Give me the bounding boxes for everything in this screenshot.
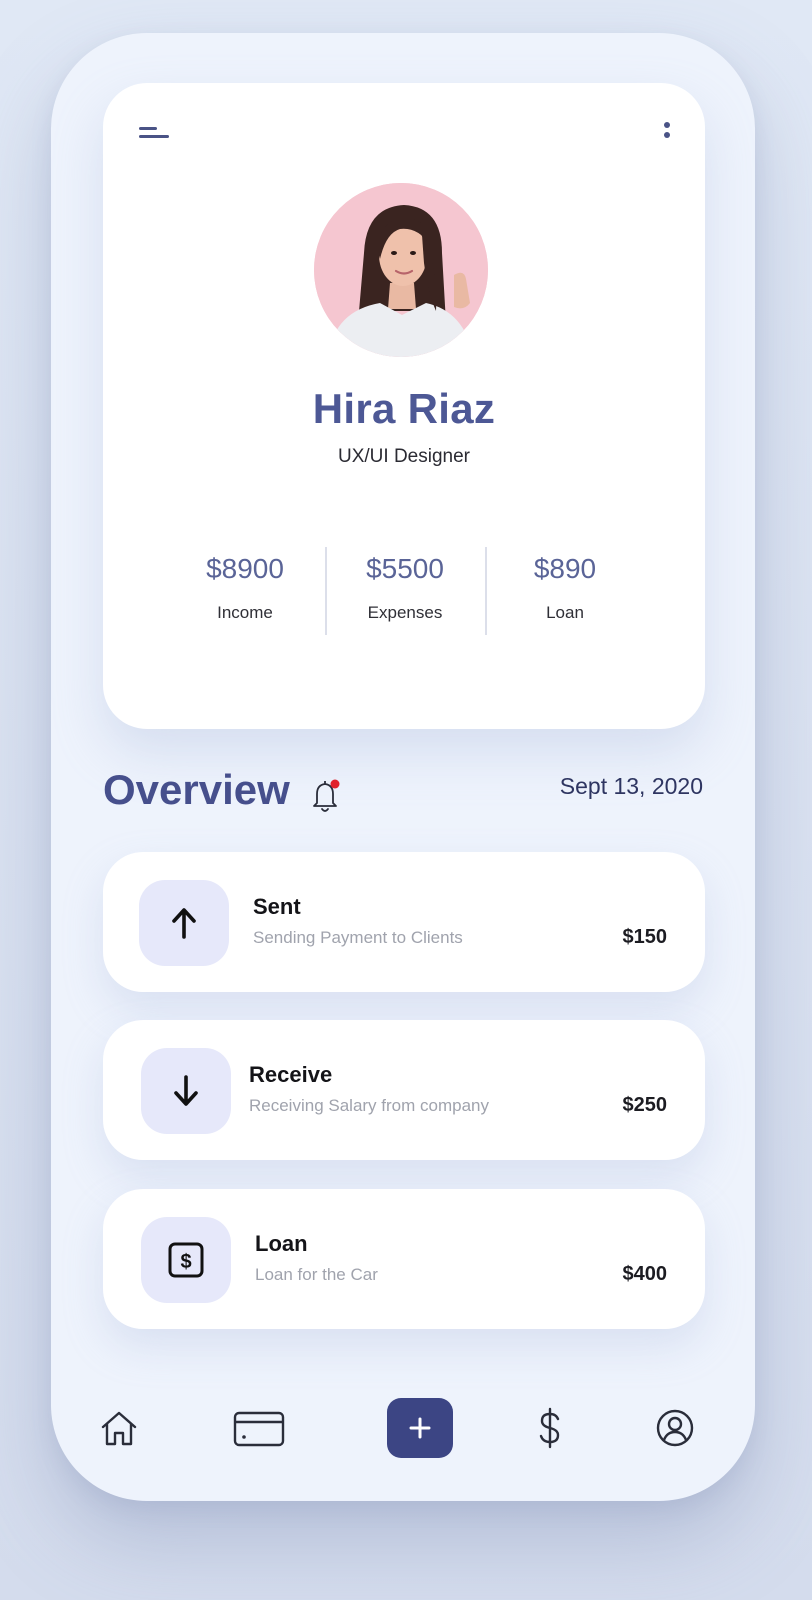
overview-title: Overview: [103, 766, 290, 813]
profile-icon[interactable]: [655, 1408, 695, 1453]
arrow-up-icon: [139, 880, 229, 966]
transaction-amount: $400: [622, 1263, 668, 1285]
bell-icon[interactable]: [310, 777, 342, 815]
screen: Hira Riaz UX/UI Designer $8900 Income $5…: [0, 0, 812, 1600]
phone-frame: Hira Riaz UX/UI Designer $8900 Income $5…: [51, 33, 755, 1501]
stat-value: $890: [533, 553, 597, 584]
stat-expenses: $5500 Expenses: [325, 547, 485, 635]
stat-loan: $890 Loan: [485, 547, 645, 635]
stat-value: $8900: [206, 553, 284, 584]
transaction-description: Loan for the Car: [255, 1265, 378, 1284]
avatar-photo: [314, 183, 488, 357]
stat-value: $5500: [366, 553, 444, 584]
menu-icon[interactable]: [139, 123, 171, 145]
transaction-description: Receiving Salary from company: [249, 1096, 489, 1115]
svg-text:$: $: [180, 1251, 191, 1273]
overview-date: Sept 13, 2020: [559, 773, 703, 799]
stat-label: Expenses: [367, 603, 443, 622]
stat-income: $8900 Income: [165, 547, 325, 635]
plus-icon[interactable]: [387, 1398, 453, 1458]
transaction-sent[interactable]: Sent Sending Payment to Clients $150: [103, 852, 705, 992]
notification-dot: [330, 779, 340, 789]
transaction-receive[interactable]: Receive Receiving Salary from company $2…: [103, 1020, 705, 1160]
transaction-title: Loan: [255, 1231, 308, 1256]
more-options-icon[interactable]: [659, 117, 675, 143]
stats-row: $8900 Income $5500 Expenses $890 Loan: [165, 547, 645, 635]
transaction-title: Sent: [253, 894, 301, 919]
profile-name: Hira Riaz: [312, 385, 496, 432]
transaction-amount: $150: [622, 926, 668, 948]
profile-card: Hira Riaz UX/UI Designer $8900 Income $5…: [103, 83, 705, 729]
home-icon[interactable]: [99, 1408, 139, 1453]
arrow-down-icon: [141, 1048, 231, 1134]
dollar-box-icon: $: [141, 1217, 231, 1303]
stat-label: Loan: [546, 603, 584, 622]
profile-role: UX/UI Designer: [338, 446, 470, 467]
transaction-description: Sending Payment to Clients: [253, 928, 463, 947]
avatar: [314, 183, 488, 357]
transaction-amount: $250: [622, 1094, 668, 1116]
card-icon[interactable]: [233, 1411, 285, 1452]
dollar-icon[interactable]: [537, 1406, 563, 1455]
transaction-title: Receive: [249, 1062, 333, 1087]
transaction-loan[interactable]: $ Loan Loan for the Car $400: [103, 1189, 705, 1329]
stat-label: Income: [217, 603, 273, 622]
